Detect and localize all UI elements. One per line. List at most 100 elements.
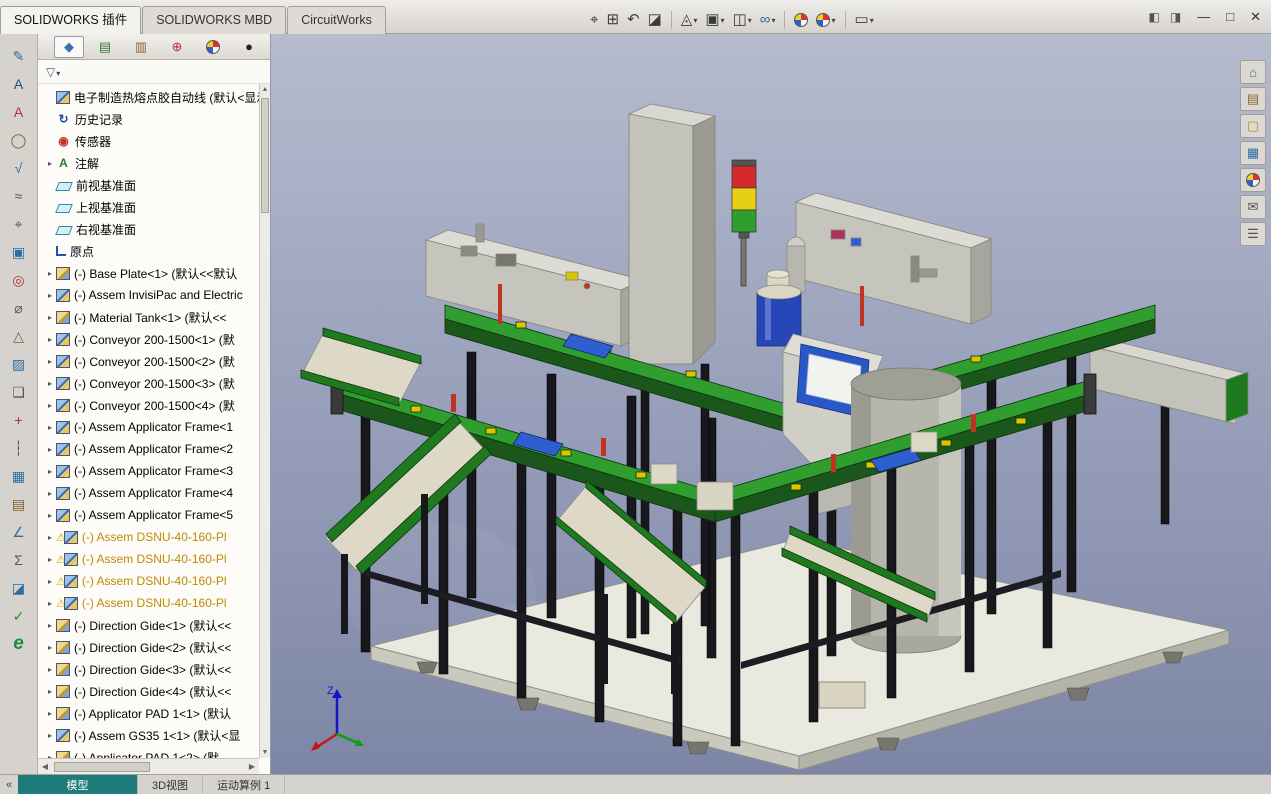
expand-arrow-icon[interactable]: ▸	[44, 665, 56, 674]
expand-arrow-icon[interactable]: ▸	[44, 313, 56, 322]
cam-tab[interactable]: ●	[234, 36, 264, 58]
style-painter-button[interactable]: ✎	[5, 44, 33, 68]
expand-arrow-icon[interactable]: ▸	[44, 709, 56, 718]
design-library-tab[interactable]: ▤	[1240, 87, 1266, 111]
datum-target-button[interactable]: ◎	[5, 268, 33, 292]
tower-cabinet[interactable]	[629, 104, 715, 364]
expand-arrow-icon[interactable]: ▸	[44, 401, 56, 410]
balloon-button[interactable]: ◯	[5, 128, 33, 152]
tree-item[interactable]: 右视基准面	[38, 218, 259, 240]
minimize-button[interactable]: —	[1197, 8, 1210, 26]
edrawings-button[interactable]: e	[5, 632, 33, 656]
scroll-left-arrow[interactable]: ◀	[38, 762, 52, 771]
datum-feature-button[interactable]: ▣	[5, 240, 33, 264]
tree-item[interactable]: 原点	[38, 240, 259, 262]
vertical-scroll-thumb[interactable]	[261, 98, 269, 213]
expand-arrow-icon[interactable]: ▸	[44, 555, 56, 564]
signal-tower-light[interactable]	[732, 160, 756, 286]
dynamic-annotation-views-button[interactable]: ◬▾	[679, 9, 700, 31]
featuremanager-tab[interactable]: ◆	[54, 36, 84, 58]
dropdown-caret-icon[interactable]: ▾	[748, 16, 752, 25]
tree-item[interactable]: ▸⚠(-) Assem DSNU-40-160-Pl	[38, 548, 259, 570]
linked-note-button[interactable]: A	[5, 100, 33, 124]
expand-arrow-icon[interactable]: ▸	[44, 577, 56, 586]
show-task-pane-button[interactable]: ◨	[1170, 8, 1181, 26]
previous-view-button[interactable]: ↶	[625, 9, 642, 31]
tree-item[interactable]: ▸A注解	[38, 152, 259, 174]
expand-arrow-icon[interactable]: ▸	[44, 423, 56, 432]
tree-item[interactable]: ▸(-) Material Tank<1> (默认<<	[38, 306, 259, 328]
expand-arrow-icon[interactable]: ▸	[44, 379, 56, 388]
tree-item[interactable]: ▸(-) Base Plate<1> (默认<<默认	[38, 262, 259, 284]
scroll-right-arrow[interactable]: ▶	[245, 762, 259, 771]
tree-item[interactable]: ▸(-) Assem InvisiPac and Electric	[38, 284, 259, 306]
horizontal-scroll-thumb[interactable]	[54, 762, 150, 772]
tree-item[interactable]: ▸(-) Conveyor 200-1500<4> (默	[38, 394, 259, 416]
hide-show-items-button[interactable]: ∞▾	[758, 9, 778, 31]
tab-scroll-left[interactable]: «	[0, 779, 18, 791]
forum-tab[interactable]: ✉	[1240, 195, 1266, 219]
graphics-area[interactable]: Z ⌂▤▢▦✉☰	[271, 34, 1271, 774]
tree-item[interactable]: ▸(-) Direction Gide<3> (默认<<	[38, 658, 259, 680]
weld-symbol-button[interactable]: ≈	[5, 184, 33, 208]
expand-arrow-icon[interactable]: ▸	[44, 357, 56, 366]
appearances-scenes-tab[interactable]	[1240, 168, 1266, 192]
blocks-button[interactable]: ❏	[5, 380, 33, 404]
tree-item[interactable]: ◉传感器	[38, 130, 259, 152]
expand-arrow-icon[interactable]: ▸	[44, 291, 56, 300]
check-button[interactable]: ✓	[5, 604, 33, 628]
tree-item[interactable]: ▸(-) Direction Gide<4> (默认<<	[38, 680, 259, 702]
centerline-button[interactable]: ┆	[5, 436, 33, 460]
dimxpertmanager-tab[interactable]: ⊕	[162, 36, 192, 58]
expand-arrow-icon[interactable]: ▸	[44, 269, 56, 278]
tree-item[interactable]: ▸(-) Assem GS35 1<1> (默认<显	[38, 724, 259, 746]
expand-arrow-icon[interactable]: ▸	[44, 643, 56, 652]
expand-arrow-icon[interactable]: ▸	[44, 467, 56, 476]
view-orientation-button[interactable]: ▣▾	[703, 9, 726, 31]
tree-item[interactable]: ▸⚠(-) Assem DSNU-40-160-Pl	[38, 592, 259, 614]
revision-symbol-button[interactable]: △	[5, 324, 33, 348]
show-featuremanager-pane-button[interactable]: ◧	[1149, 8, 1160, 26]
restore-button[interactable]: □	[1226, 8, 1234, 26]
edit-appearance-button[interactable]	[792, 9, 810, 31]
dropdown-caret-icon[interactable]: ▾	[831, 16, 835, 25]
expand-arrow-icon[interactable]: ▸	[44, 731, 56, 740]
surface-finish-button[interactable]: √	[5, 156, 33, 180]
note-button[interactable]: A	[5, 72, 33, 96]
right-machine[interactable]	[796, 193, 991, 324]
tree-horizontal-scrollbar[interactable]: ◀ ▶	[38, 758, 259, 774]
tree-item[interactable]: ▸(-) Assem Applicator Frame<5	[38, 504, 259, 526]
mass-properties-button[interactable]: Σ	[5, 548, 33, 572]
expand-arrow-icon[interactable]: ▸	[44, 445, 56, 454]
status-tab-3[interactable]: 运动算例 1	[203, 775, 285, 794]
displaymanager-tab[interactable]	[198, 36, 228, 58]
zoom-to-area-button[interactable]: ⊞	[604, 9, 621, 31]
tables-button[interactable]: ▦	[5, 464, 33, 488]
solidworks-resources-tab[interactable]: ⌂	[1240, 60, 1266, 84]
scroll-down-arrow[interactable]: ▼	[260, 747, 270, 758]
tree-item[interactable]: ▸(-) Assem Applicator Frame<3	[38, 460, 259, 482]
3d-model[interactable]	[271, 34, 1271, 774]
filter-icon[interactable]: ▽▾	[46, 65, 60, 79]
section-properties-button[interactable]: ◪	[5, 576, 33, 600]
tree-item[interactable]: ▸⚠(-) Assem DSNU-40-160-Pl	[38, 570, 259, 592]
ribbon-tab-3[interactable]: CircuitWorks	[287, 6, 386, 34]
close-button[interactable]: ✕	[1250, 8, 1261, 26]
tree-item[interactable]: ▸(-) Direction Gide<1> (默认<<	[38, 614, 259, 636]
file-explorer-tab[interactable]: ▢	[1240, 114, 1266, 138]
tree-item[interactable]: ▸⚠(-) Assem DSNU-40-160-Pl	[38, 526, 259, 548]
tree-item[interactable]: 前视基准面	[38, 174, 259, 196]
apply-scene-button[interactable]: ▾	[814, 9, 837, 31]
expand-arrow-icon[interactable]: ▸	[44, 599, 56, 608]
area-hatch-button[interactable]: ▨	[5, 352, 33, 376]
tree-root-item[interactable]: 电子制造热熔点胶自动线 (默认<显示	[38, 86, 259, 108]
expand-arrow-icon[interactable]: ▸	[44, 335, 56, 344]
expand-arrow-icon[interactable]: ▸	[44, 687, 56, 696]
status-tab-1[interactable]: 模型	[18, 775, 138, 794]
dropdown-caret-icon[interactable]: ▾	[870, 16, 874, 25]
tree-item[interactable]: ↻历史记录	[38, 108, 259, 130]
tree-item[interactable]: ▸(-) Conveyor 200-1500<3> (默	[38, 372, 259, 394]
sensor-cylinder[interactable]	[787, 237, 805, 292]
hole-callout-button[interactable]: ⌀	[5, 296, 33, 320]
dropdown-caret-icon[interactable]: ▾	[721, 16, 725, 25]
